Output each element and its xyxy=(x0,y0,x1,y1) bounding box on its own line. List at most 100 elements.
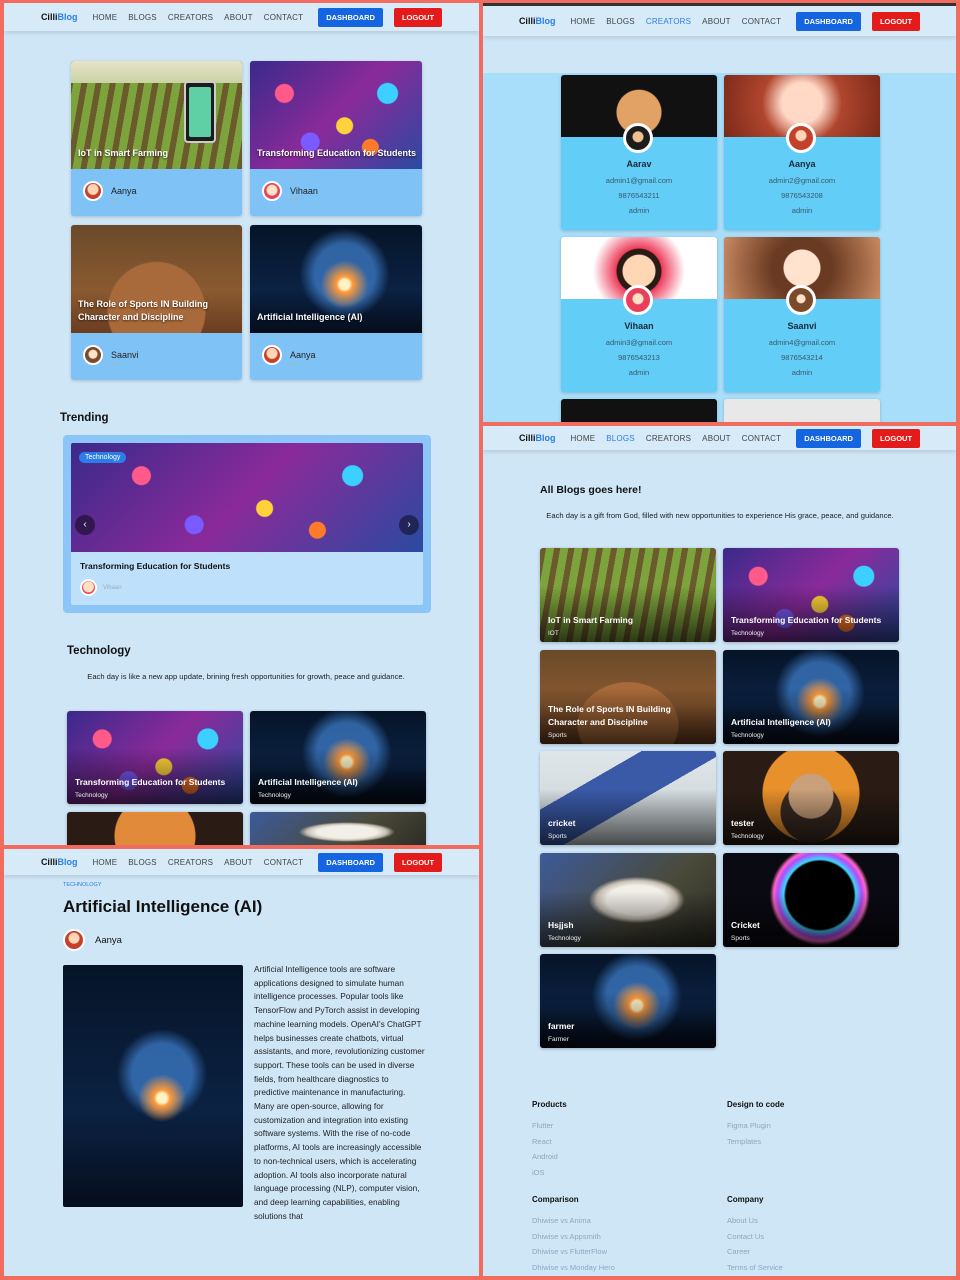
footer-link[interactable]: Android xyxy=(532,1152,558,1161)
nav-about[interactable]: ABOUT xyxy=(224,858,253,867)
trending-author: Vihaan xyxy=(80,579,122,596)
footer-column-title: Products xyxy=(532,1100,567,1109)
article-image xyxy=(63,965,243,1207)
tile-title: farmer xyxy=(548,1021,575,1031)
creator-card[interactable]: Saanvi admin4@gmail.com 9876543214 admin xyxy=(724,237,880,392)
author-subtitle: test xyxy=(111,361,120,367)
trending-slide[interactable]: Technology ‹ › Transforming Education fo… xyxy=(71,443,423,605)
author-subtitle: test xyxy=(111,197,120,203)
blog-tile[interactable]: Hsjjsh Technology xyxy=(540,853,716,947)
dashboard-button[interactable]: DASHBOARD xyxy=(796,428,861,448)
blog-tile[interactable]: Transforming Education for Students Tech… xyxy=(67,711,243,804)
footer-link[interactable]: Flutter xyxy=(532,1121,553,1130)
creators-section xyxy=(483,73,956,422)
dashboard-button[interactable]: DASHBOARD xyxy=(318,7,383,27)
nav-contact[interactable]: CONTACT xyxy=(742,434,781,443)
nav-contact[interactable]: CONTACT xyxy=(264,13,303,22)
logo[interactable]: CilliBlog xyxy=(519,16,556,26)
dashboard-button[interactable]: DASHBOARD xyxy=(796,11,861,31)
logo[interactable]: CilliBlog xyxy=(41,857,78,867)
footer-link[interactable]: React xyxy=(532,1137,552,1146)
avatar xyxy=(623,123,653,153)
footer-link[interactable]: Dhiwise vs Anima xyxy=(532,1216,591,1225)
footer-link[interactable]: About Us xyxy=(727,1216,758,1225)
nav-blogs[interactable]: BLOGS xyxy=(128,13,157,22)
blog-tile[interactable]: cricket Sports xyxy=(540,751,716,845)
trending-carousel: Technology ‹ › Transforming Education fo… xyxy=(63,435,431,613)
nav-about[interactable]: ABOUT xyxy=(224,13,253,22)
blog-card[interactable]: The Role of Sports IN Building Character… xyxy=(71,225,242,380)
tile-title: tester xyxy=(731,818,755,828)
blog-tile[interactable]: Transforming Education for Students Tech… xyxy=(723,548,899,642)
nav-home[interactable]: HOME xyxy=(92,858,117,867)
avatar xyxy=(80,579,97,596)
footer-link[interactable]: Contact Us xyxy=(727,1232,764,1241)
tile-title: Artificial Intelligence (AI) xyxy=(731,717,831,727)
footer-link[interactable]: Figma Plugin xyxy=(727,1121,771,1130)
footer-link[interactable]: Templates xyxy=(727,1137,761,1146)
blog-card[interactable]: Transforming Education for Students Viha… xyxy=(250,61,422,216)
logout-button[interactable]: LOGOUT xyxy=(393,7,443,27)
creators-screen: CilliBlog HOME BLOGS CREATORS ABOUT CONT… xyxy=(483,3,956,422)
logout-button[interactable]: LOGOUT xyxy=(871,428,921,448)
creator-role: admin xyxy=(628,368,650,377)
carousel-next-icon[interactable]: › xyxy=(399,515,419,535)
nav-creators[interactable]: CREATORS xyxy=(168,13,213,22)
article-body: Artificial Intelligence tools are softwa… xyxy=(254,964,425,1221)
nav-about[interactable]: ABOUT xyxy=(702,17,731,26)
dashboard-button[interactable]: DASHBOARD xyxy=(318,852,383,872)
author-name: Saanvi xyxy=(111,350,139,360)
creator-email: admin3@gmail.com xyxy=(605,338,673,347)
footer-column-title: Design to code xyxy=(727,1100,785,1109)
nav-contact[interactable]: CONTACT xyxy=(742,17,781,26)
creator-card[interactable] xyxy=(561,399,717,422)
footer-link[interactable]: Dhiwise vs Monday Hero xyxy=(532,1263,615,1272)
blog-tile[interactable] xyxy=(250,812,426,845)
creator-card[interactable]: Aarav admin1@gmail.com 9876543211 admin xyxy=(561,75,717,230)
creator-name: Saanvi xyxy=(787,321,817,331)
author-name: Vihaan xyxy=(103,584,122,591)
nav-creators[interactable]: CREATORS xyxy=(646,434,691,443)
nav-creators[interactable]: CREATORS xyxy=(168,858,213,867)
category-badge[interactable]: Technology xyxy=(79,452,127,463)
nav-home[interactable]: HOME xyxy=(570,17,595,26)
blog-tile[interactable]: Cricket Sports xyxy=(723,853,899,947)
footer-link[interactable]: Dhiwise vs Appsmith xyxy=(532,1232,601,1241)
blog-tile[interactable]: Artificial Intelligence (AI) Technology xyxy=(250,711,426,804)
nav-contact[interactable]: CONTACT xyxy=(264,858,303,867)
footer-link[interactable]: Terms of Service xyxy=(727,1263,783,1272)
footer-link[interactable]: Dhiwise vs FlutterFlow xyxy=(532,1247,607,1256)
blog-tile[interactable]: IoT in Smart Farming IOT xyxy=(540,548,716,642)
logo[interactable]: CilliBlog xyxy=(41,12,78,22)
logo[interactable]: CilliBlog xyxy=(519,433,556,443)
blog-card[interactable]: IoT in Smart Farming Aanya test xyxy=(71,61,242,216)
nav-blogs[interactable]: BLOGS xyxy=(128,858,157,867)
carousel-prev-icon[interactable]: ‹ xyxy=(75,515,95,535)
creator-card[interactable]: Vihaan admin3@gmail.com 9876543213 admin xyxy=(561,237,717,392)
creator-card[interactable] xyxy=(724,399,880,422)
tile-category: Technology xyxy=(731,630,764,637)
logout-button[interactable]: LOGOUT xyxy=(871,11,921,31)
footer-link[interactable]: Career xyxy=(727,1247,750,1256)
nav-blogs[interactable]: BLOGS xyxy=(606,434,635,443)
blog-card[interactable]: Artificial Intelligence (AI) Aanya test xyxy=(250,225,422,380)
nav-creators[interactable]: CREATORS xyxy=(646,17,691,26)
blog-tile[interactable]: farmer Farmer xyxy=(540,954,716,1048)
blog-tile[interactable] xyxy=(67,812,243,845)
blog-tile[interactable]: Artificial Intelligence (AI) Technology xyxy=(723,650,899,744)
creator-card[interactable]: Aanya admin2@gmail.com 9876543208 admin xyxy=(724,75,880,230)
nav-home[interactable]: HOME xyxy=(92,13,117,22)
nav-about[interactable]: ABOUT xyxy=(702,434,731,443)
article-category[interactable]: TECHNOLOGY xyxy=(63,882,102,888)
nav-blogs[interactable]: BLOGS xyxy=(606,17,635,26)
nav-home[interactable]: HOME xyxy=(570,434,595,443)
footer-link[interactable]: iOS xyxy=(532,1168,545,1177)
tile-title: Transforming Education for Students xyxy=(75,777,226,787)
blog-tile[interactable]: tester Technology xyxy=(723,751,899,845)
avatar xyxy=(786,123,816,153)
author-name: Aanya xyxy=(95,934,122,946)
logout-button[interactable]: LOGOUT xyxy=(393,852,443,872)
avatar xyxy=(262,181,282,201)
creator-phone: 9876543211 xyxy=(618,191,660,200)
blog-tile[interactable]: The Role of Sports IN Building Character… xyxy=(540,650,716,744)
